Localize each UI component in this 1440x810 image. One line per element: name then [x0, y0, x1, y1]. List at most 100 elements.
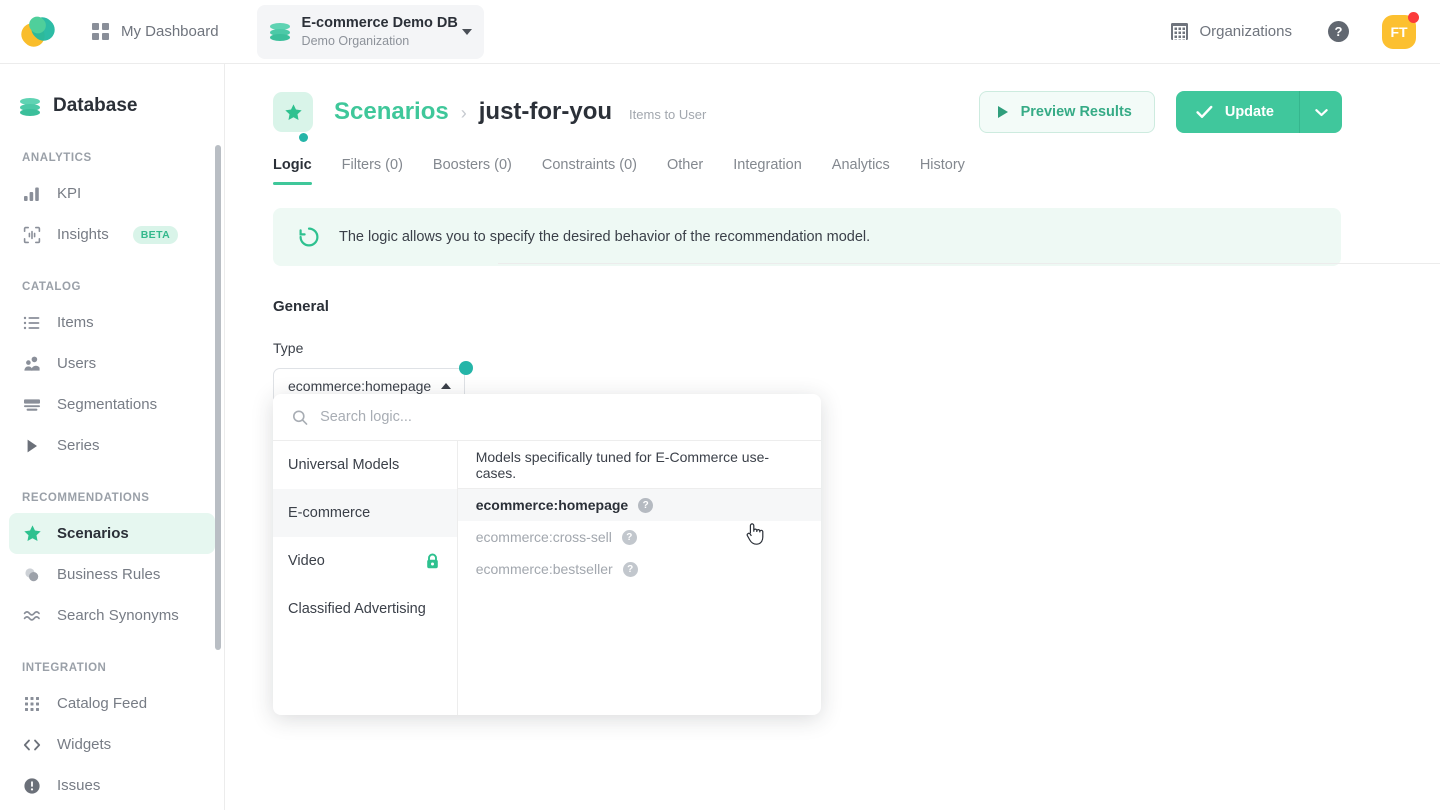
sidebar-item-users[interactable]: Users	[9, 343, 215, 384]
dropdown-category-e-commerce[interactable]: E-commerce	[273, 489, 457, 537]
sidebar-item-label: Widgets	[57, 736, 112, 753]
dropdown-category-classified-advertising[interactable]: Classified Advertising	[273, 585, 457, 633]
breadcrumb-scenarios-link[interactable]: Scenarios	[334, 98, 449, 126]
update-button[interactable]: Update	[1175, 91, 1300, 133]
main-content: Scenarios › just-for-you Items to User P…	[225, 64, 1440, 810]
sidebar-scrollbar[interactable]	[215, 145, 221, 650]
organizations-link[interactable]: Organizations	[1171, 23, 1292, 40]
update-dropdown-button[interactable]	[1300, 91, 1342, 133]
dropdown-category-description: Models specifically tuned for E-Commerce…	[457, 441, 821, 489]
tab-integration[interactable]: Integration	[718, 157, 817, 185]
segmentations-icon	[22, 395, 42, 415]
dropdown-category-label: E-commerce	[288, 505, 371, 521]
logic-type-dropdown: Universal Models E-commerce Video	[273, 394, 821, 715]
sidebar-item-insights[interactable]: Insights BETA	[9, 214, 215, 255]
chevron-down-icon	[1314, 108, 1328, 116]
sidebar-item-label: Series	[57, 437, 100, 454]
tab-label: Boosters (0)	[432, 157, 512, 173]
question-mark-icon[interactable]: ?	[622, 561, 638, 577]
dropdown-item-label: ecommerce:bestseller	[475, 561, 613, 577]
search-input[interactable]	[320, 409, 802, 425]
sidebar-item-label: Catalog Feed	[57, 695, 148, 712]
my-dashboard-label: My Dashboard	[121, 23, 219, 40]
sidebar-item-items[interactable]: Items	[9, 302, 215, 343]
bar-chart-icon	[22, 184, 42, 204]
chevron-down-icon	[461, 28, 472, 35]
sidebar-item-business-rules[interactable]: Business Rules	[9, 554, 215, 595]
dropdown-item-ecommerce-homepage[interactable]: ecommerce:homepage ?	[457, 489, 821, 521]
dropdown-item-ecommerce-bestseller[interactable]: ecommerce:bestseller ?	[458, 553, 821, 585]
list-icon	[22, 313, 42, 333]
tab-boosters[interactable]: Boosters (0)	[418, 157, 527, 185]
dropdown-body: Universal Models E-commerce Video Classi…	[273, 441, 821, 715]
unsaved-changes-dot-icon	[299, 133, 308, 142]
sidebar-group-analytics: ANALYTICS KPI Insights BETA	[0, 152, 224, 255]
tab-analytics[interactable]: Analytics	[817, 157, 905, 185]
tab-logic[interactable]: Logic	[273, 133, 327, 185]
section-title-general: General	[273, 298, 329, 315]
tab-constraints[interactable]: Constraints (0)	[527, 157, 652, 185]
dot-grid-icon	[22, 694, 42, 714]
search-icon	[292, 409, 308, 425]
dropdown-category-video[interactable]: Video	[273, 537, 457, 585]
dropdown-category-label: Classified Advertising	[288, 601, 426, 617]
sidebar-group-label: ANALYTICS	[22, 152, 92, 164]
type-select-value: ecommerce:homepage	[288, 378, 432, 394]
type-field-label: Type	[273, 340, 304, 356]
sidebar-group-label: INTEGRATION	[22, 662, 107, 674]
dropdown-item-ecommerce-cross-sell[interactable]: ecommerce:cross-sell ?	[458, 521, 821, 553]
breadcrumb: Scenarios › just-for-you Items to User	[334, 98, 706, 126]
database-name: E-commerce Demo DB	[301, 14, 458, 31]
update-label: Update	[1224, 104, 1274, 120]
sidebar-group-label: CATALOG	[22, 281, 81, 293]
question-mark-icon[interactable]: ?	[638, 497, 654, 513]
sidebar-header: Database	[0, 86, 224, 126]
preview-results-label: Preview Results	[1020, 104, 1132, 120]
dropdown-item-label: ecommerce:homepage	[475, 497, 629, 513]
update-button-group: Update	[1175, 91, 1342, 133]
database-icon	[19, 96, 40, 117]
tab-label: Analytics	[831, 157, 890, 173]
app-logo-icon[interactable]	[16, 12, 60, 52]
avatar[interactable]: FT	[1382, 11, 1419, 49]
sidebar-item-search-synonyms[interactable]: Search Synonyms	[9, 595, 215, 636]
dropdown-category-universal-models[interactable]: Universal Models	[273, 441, 457, 489]
preview-results-button[interactable]: Preview Results	[978, 91, 1155, 133]
sidebar-item-label: Issues	[57, 777, 101, 794]
notification-dot-icon	[1408, 11, 1419, 23]
sidebar-group-integration: INTEGRATION Catalog Feed Widgets Issues	[0, 662, 224, 806]
app-root: My Dashboard E-commerce Demo DB Demo Org…	[0, 0, 1440, 810]
dropdown-item-label: ecommerce:cross-sell	[475, 529, 612, 545]
question-mark-icon[interactable]: ?	[621, 529, 637, 545]
sidebar-item-series[interactable]: Series	[9, 425, 215, 466]
tab-label: History	[919, 157, 965, 173]
sidebar-item-label: KPI	[57, 185, 82, 202]
refresh-circle-icon	[299, 227, 319, 247]
sidebar-item-segmentations[interactable]: Segmentations	[9, 384, 215, 425]
sidebar-item-label: Users	[57, 355, 97, 372]
my-dashboard-link[interactable]: My Dashboard	[92, 23, 219, 40]
beta-badge: BETA	[132, 225, 179, 244]
lock-icon	[426, 553, 438, 568]
sidebar-item-scenarios[interactable]: Scenarios	[9, 513, 215, 554]
scenario-star-badge	[273, 92, 313, 132]
sidebar-item-kpi[interactable]: KPI	[9, 173, 215, 214]
tab-history[interactable]: History	[905, 157, 980, 185]
help-icon[interactable]: ?	[1328, 21, 1349, 42]
page-title: just-for-you	[478, 98, 613, 125]
dropdown-category-list: Universal Models E-commerce Video Classi…	[273, 441, 458, 715]
tab-label: Constraints (0)	[541, 157, 637, 173]
sidebar-item-issues[interactable]: Issues	[9, 765, 215, 806]
database-switcher[interactable]: E-commerce Demo DB Demo Organization	[256, 4, 484, 59]
tab-other[interactable]: Other	[652, 157, 718, 185]
sidebar-item-label: Scenarios	[57, 525, 129, 542]
play-triangle-icon	[997, 106, 1008, 118]
sidebar-item-widgets[interactable]: Widgets	[9, 724, 215, 765]
sidebar-group-label: RECOMMENDATIONS	[22, 492, 150, 504]
tab-filters[interactable]: Filters (0)	[327, 157, 418, 185]
sidebar-item-label: Items	[57, 314, 94, 331]
check-icon	[1196, 105, 1213, 118]
sidebar: Database ANALYTICS KPI Insights BETA CAT…	[0, 64, 225, 810]
sidebar-item-catalog-feed[interactable]: Catalog Feed	[9, 683, 215, 724]
chevron-up-icon	[441, 383, 451, 389]
